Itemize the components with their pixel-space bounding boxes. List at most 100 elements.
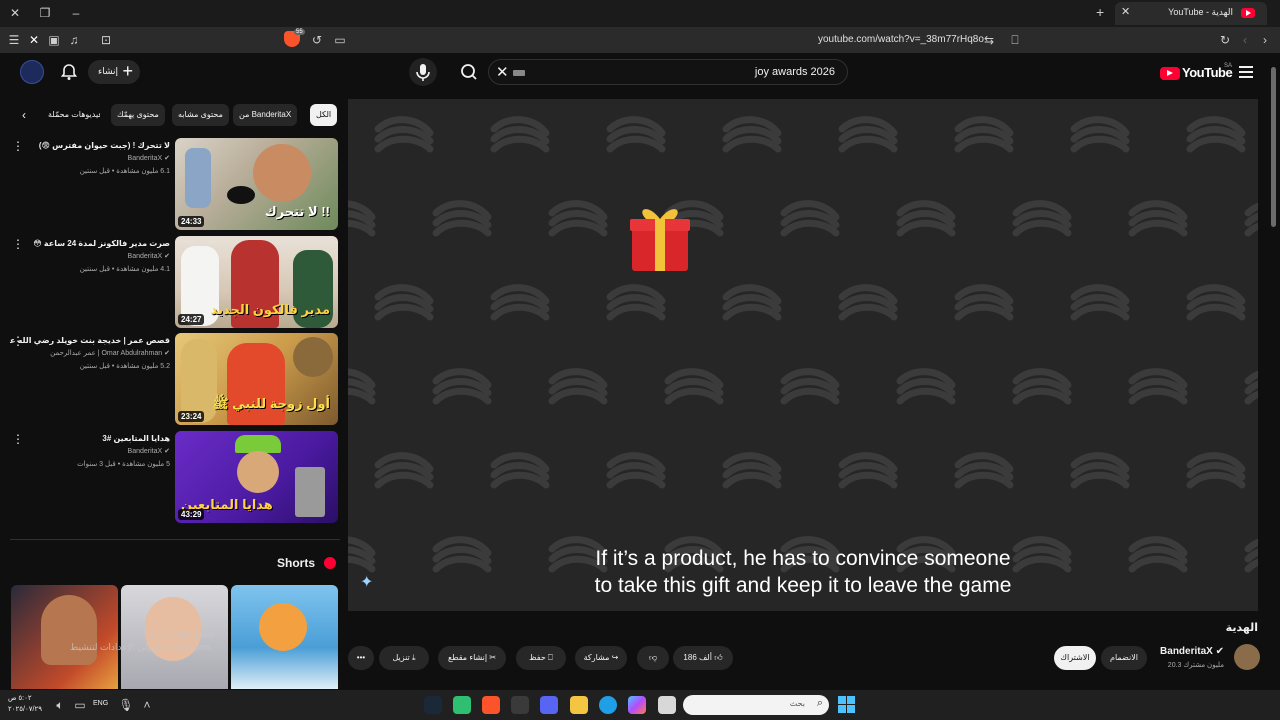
recommendation-item[interactable]: لا تتحرك !! 24:33 لا تتحرك ! (جبت حيوان … bbox=[0, 138, 340, 230]
pattern-swirl bbox=[896, 368, 956, 405]
download-icon: ⤓ bbox=[412, 653, 416, 662]
video-thumbnail[interactable]: هدايا المتابعين 43:29 bbox=[175, 431, 338, 523]
like-button[interactable]: 186 ألف 👍︎ bbox=[673, 646, 733, 670]
rewind-icon[interactable]: ↺ bbox=[309, 32, 325, 48]
guide-menu-icon[interactable] bbox=[1239, 66, 1253, 78]
pattern-swirl bbox=[432, 368, 492, 405]
clear-search-icon[interactable]: ✕ bbox=[496, 63, 509, 81]
notifications-icon[interactable] bbox=[60, 63, 78, 81]
pattern-swirl bbox=[490, 452, 550, 489]
start-button[interactable] bbox=[838, 696, 855, 713]
tray-expand-icon[interactable]: ˄ bbox=[139, 697, 155, 713]
channel-name[interactable]: ✔ BanderitaX bbox=[128, 447, 170, 455]
file-explorer-icon[interactable] bbox=[570, 696, 588, 714]
video-player[interactable]: If it’s a product, he has to convince so… bbox=[348, 99, 1258, 611]
language-indicator[interactable]: ENG bbox=[93, 700, 108, 707]
more-actions-icon[interactable]: ⋮ bbox=[12, 237, 24, 251]
taskbar-search[interactable]: بحث ⌕ bbox=[683, 695, 829, 715]
video-title[interactable]: قصص عمر | خديجة بنت خويلد رضي الله عنها bbox=[10, 335, 170, 346]
tab-close-icon[interactable]: ✕ bbox=[1121, 5, 1130, 18]
pattern-swirl bbox=[1128, 368, 1188, 405]
terminal-icon[interactable] bbox=[453, 696, 471, 714]
bookmark-icon[interactable]: ⎕ bbox=[1007, 32, 1023, 48]
pattern-swirl bbox=[722, 284, 782, 321]
video-title[interactable]: هدايا المتابعين #3 bbox=[10, 433, 170, 444]
more-actions-icon[interactable]: ⋮ bbox=[12, 139, 24, 153]
window-close-icon[interactable]: ✕ bbox=[5, 4, 25, 22]
chip-from-channel[interactable]: من BanderitaX bbox=[233, 104, 298, 126]
task-view-icon[interactable] bbox=[658, 696, 676, 714]
screenshot-icon[interactable]: ⊡ bbox=[98, 32, 114, 48]
gift-icon bbox=[628, 199, 692, 280]
volume-icon[interactable]: 🔈︎ bbox=[52, 697, 68, 713]
join-button[interactable]: الانضمام bbox=[1101, 646, 1147, 670]
chip-uploaded[interactable]: فيديوهات محمّلة bbox=[42, 104, 100, 126]
address-bar[interactable]: youtube.com/watch?v=_38m77rHq8o bbox=[818, 34, 984, 45]
keyboard-icon[interactable] bbox=[513, 70, 525, 76]
reload-icon[interactable]: ↻ bbox=[1217, 32, 1233, 48]
recommendation-item[interactable]: أول زوجة للنبي ﷺ 23:24 قصص عمر | خديجة ب… bbox=[0, 333, 340, 425]
menu-icon[interactable]: ☰ bbox=[6, 32, 22, 48]
channel-name[interactable]: BanderitaX ✔ bbox=[1160, 646, 1224, 657]
shorts-icon bbox=[324, 557, 336, 569]
search-button[interactable] bbox=[454, 59, 484, 85]
share-button[interactable]: مشاركة ↪ bbox=[575, 646, 627, 670]
create-button[interactable]: إنشاء + bbox=[88, 60, 140, 84]
avatar[interactable] bbox=[20, 60, 44, 84]
steam-icon[interactable] bbox=[424, 696, 442, 714]
short-item[interactable] bbox=[231, 585, 338, 689]
video-title[interactable]: لا تتحرك ! (جبت حيوان مفترس 😨) bbox=[10, 140, 170, 151]
browser-tab-youtube[interactable]: ✕ YouTube - الهدية bbox=[1115, 2, 1267, 25]
recommendation-item[interactable]: مدير فالكون الجديد 24:27 صرت مدير فالكون… bbox=[0, 236, 340, 328]
video-title[interactable]: صرت مدير فالكونز لمدة 24 ساعة 😳 bbox=[10, 238, 170, 249]
back-icon[interactable]: › bbox=[1257, 32, 1273, 48]
chip-for-you[interactable]: محتوى يهمّك bbox=[111, 104, 165, 126]
forward-icon[interactable]: ‹ bbox=[1237, 32, 1253, 48]
chip-related[interactable]: محتوى مشابه bbox=[172, 104, 229, 126]
video-subtitles: If it’s a product, he has to convince so… bbox=[348, 545, 1258, 599]
brave-browser-icon[interactable] bbox=[482, 696, 500, 714]
video-thumbnail[interactable]: لا تتحرك !! 24:33 bbox=[175, 138, 338, 230]
sidebar-icon[interactable]: ▣ bbox=[46, 32, 62, 48]
music-icon[interactable]: ♫ bbox=[66, 32, 82, 48]
search-icon: ⌕ bbox=[816, 697, 823, 709]
voice-search-button[interactable] bbox=[409, 58, 437, 86]
chip-all[interactable]: الكل bbox=[310, 104, 338, 126]
channel-name[interactable]: ✔ BanderitaX bbox=[128, 154, 170, 162]
save-button[interactable]: حفظ ⎕ bbox=[516, 646, 566, 670]
more-actions-icon[interactable]: ⋮ bbox=[12, 432, 24, 446]
scrollbar-thumb[interactable] bbox=[1271, 67, 1276, 227]
site-settings-icon[interactable]: ⇆ bbox=[981, 32, 997, 48]
subscribe-button[interactable]: الاشتراك bbox=[1054, 646, 1096, 670]
window-minimize-icon[interactable]: – bbox=[66, 4, 86, 22]
edge-icon[interactable] bbox=[599, 696, 617, 714]
channel-name[interactable]: ✔ Omar Abdulrahman | عمر عبدالرحمن bbox=[50, 349, 170, 357]
system-clock[interactable]: ٥:٠٢ ص ٢٠٢٥/٠٧/٢٩ bbox=[8, 693, 42, 715]
copilot-icon[interactable] bbox=[628, 696, 646, 714]
reader-icon[interactable]: ▭ bbox=[332, 32, 348, 48]
pattern-swirl bbox=[374, 116, 434, 153]
new-tab-button[interactable]: + bbox=[1096, 4, 1104, 20]
more-actions-button[interactable]: ••• bbox=[348, 646, 374, 670]
app-icon[interactable] bbox=[511, 696, 529, 714]
video-thumbnail[interactable]: مدير فالكون الجديد 24:27 bbox=[175, 236, 338, 328]
subtitle-line: to take this gift and keep it to leave t… bbox=[594, 574, 1012, 597]
video-thumbnail[interactable]: أول زوجة للنبي ﷺ 23:24 bbox=[175, 333, 338, 425]
search-input[interactable]: ✕ joy awards 2026 bbox=[488, 59, 848, 85]
dislike-button[interactable]: 👎︎ bbox=[637, 646, 669, 670]
download-button[interactable]: تنزيل ⤓ bbox=[379, 646, 429, 670]
youtube-header: إنشاء + ✕ joy awards 2026 YouTube SA bbox=[0, 53, 1280, 93]
clip-button[interactable]: إنشاء مقطع ✂ bbox=[438, 646, 506, 670]
channel-name[interactable]: ✔ BanderitaX bbox=[128, 252, 170, 260]
recommendation-item[interactable]: هدايا المتابعين 43:29 هدايا المتابعين #3… bbox=[0, 431, 340, 523]
more-actions-icon[interactable]: ⋮ bbox=[12, 334, 24, 348]
channel-avatar[interactable] bbox=[1234, 644, 1260, 670]
page-scrollbar[interactable] bbox=[1270, 57, 1278, 689]
mic-tray-icon[interactable]: 🎙︎ bbox=[118, 697, 134, 713]
x-extension-icon[interactable]: ✕ bbox=[26, 32, 42, 48]
like-count: 186 ألف bbox=[683, 653, 712, 662]
window-restore-icon[interactable]: ❐ bbox=[35, 4, 55, 22]
network-icon[interactable]: ▭ bbox=[72, 697, 88, 713]
discord-icon[interactable] bbox=[540, 696, 558, 714]
youtube-play-icon bbox=[1160, 67, 1180, 80]
